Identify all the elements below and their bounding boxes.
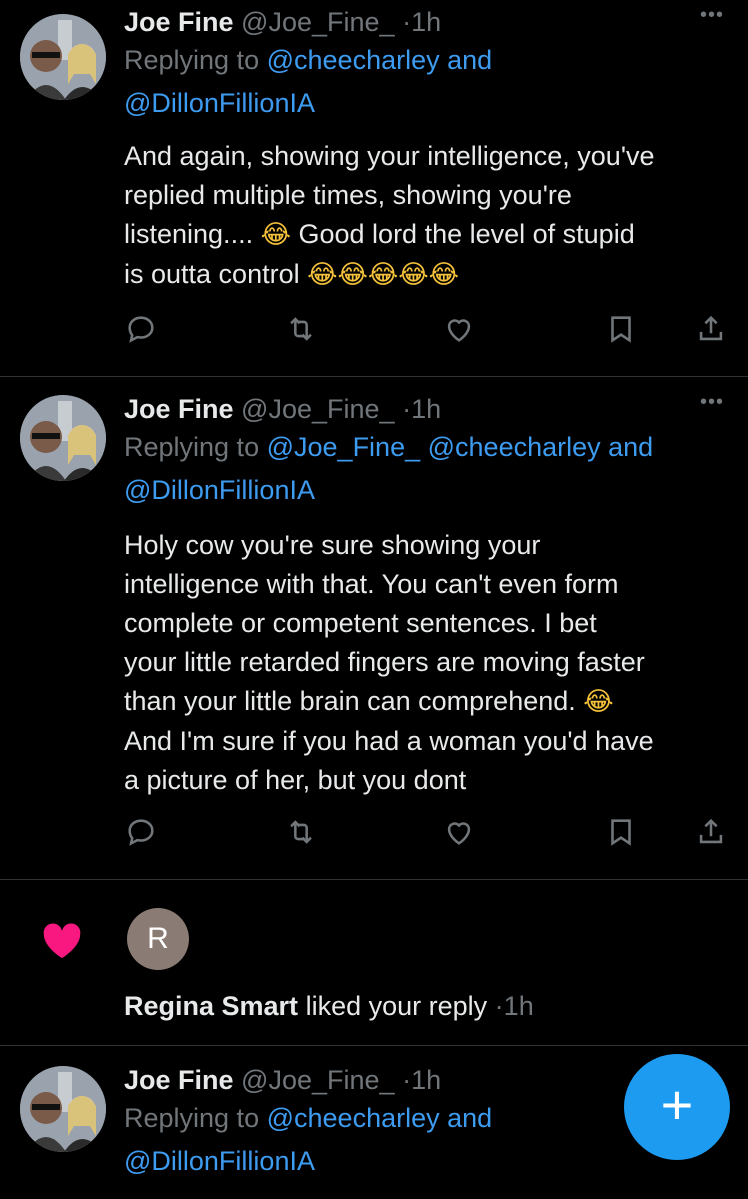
tweet-text-line: Good lord the level of stupid xyxy=(298,219,635,249)
share-icon[interactable] xyxy=(694,815,734,855)
replying-prefix: Replying to xyxy=(124,1103,260,1133)
tweet-text-line: your little retarded fingers are moving … xyxy=(124,647,645,677)
liker-name[interactable]: Regina Smart xyxy=(124,991,298,1021)
display-name[interactable]: Joe Fine xyxy=(124,394,234,424)
replying-prefix: Replying to xyxy=(124,45,260,75)
user-avatar[interactable] xyxy=(20,395,106,481)
tweet-text-line: is outta control xyxy=(124,259,300,289)
replying-prefix: Replying to xyxy=(124,432,260,462)
more-icon[interactable]: ••• xyxy=(700,4,724,27)
mention-joe-fine[interactable]: @Joe_Fine_ xyxy=(267,432,421,462)
separator-dot: · xyxy=(402,394,412,424)
more-icon[interactable]: ••• xyxy=(700,391,724,414)
like-action-text: liked your reply xyxy=(305,991,488,1021)
retweet-icon[interactable] xyxy=(284,312,324,352)
user-avatar[interactable] xyxy=(20,14,106,100)
user-handle[interactable]: @Joe_Fine_ xyxy=(241,1065,395,1095)
replying-to: Replying to @cheecharley and @DillonFill… xyxy=(124,39,724,125)
like-notification[interactable]: R Regina Smart liked your reply ·1h xyxy=(0,880,748,1045)
user-avatar[interactable] xyxy=(20,1066,106,1152)
separator-dot: · xyxy=(402,7,412,37)
tweet-text-line: than your little brain can comprehend. xyxy=(124,686,576,716)
separator-dot: · xyxy=(494,991,504,1021)
mention-dillonfillionia[interactable]: @DillonFillionIA xyxy=(124,475,315,505)
liker-avatar[interactable]: R xyxy=(127,908,189,970)
tweet-text-line: complete or competent sentences. I bet xyxy=(124,608,597,638)
like-notification-text: Regina Smart liked your reply ·1h xyxy=(124,986,534,1026)
mention-cheecharley[interactable]: @cheecharley xyxy=(267,45,440,75)
tweet-text-line: listening.... xyxy=(124,219,254,249)
tweet-actions xyxy=(124,312,734,352)
tweet-text-line: a picture of her, but you dont xyxy=(124,765,467,795)
tweet-text-line: Holy cow you're sure showing your xyxy=(124,530,541,560)
retweet-icon[interactable] xyxy=(284,815,324,855)
mention-and[interactable]: and xyxy=(608,432,653,462)
timestamp[interactable]: 1h xyxy=(411,394,441,424)
laughing-emoji: 😂 xyxy=(583,687,614,717)
tweet-1[interactable]: Joe Fine @Joe_Fine_ ·1h ••• Replying to … xyxy=(0,0,748,375)
like-icon[interactable] xyxy=(442,815,482,855)
timestamp[interactable]: 1h xyxy=(411,7,441,37)
avatar-photo xyxy=(20,395,106,481)
heart-icon xyxy=(40,920,84,960)
mention-dillonfillionia[interactable]: @DillonFillionIA xyxy=(124,88,315,118)
tweet-text-line: intelligence with that. You can't even f… xyxy=(124,569,619,599)
mention-and[interactable]: and xyxy=(447,45,492,75)
reply-icon[interactable] xyxy=(124,312,164,352)
bookmark-icon[interactable] xyxy=(604,815,644,855)
display-name[interactable]: Joe Fine xyxy=(124,1065,234,1095)
timestamp[interactable]: 1h xyxy=(411,1065,441,1095)
tweet-actions xyxy=(124,815,734,855)
mention-cheecharley[interactable]: @cheecharley xyxy=(267,1103,440,1133)
tweet-text-line: And I'm sure if you had a woman you'd ha… xyxy=(124,726,654,756)
timestamp: 1h xyxy=(503,991,534,1021)
tweet-text: And again, showing your intelligence, yo… xyxy=(124,137,724,295)
compose-plus-icon: + xyxy=(660,1073,694,1136)
avatar-photo xyxy=(20,1066,106,1152)
tweet-text-line: And again, showing your intelligence, yo… xyxy=(124,141,655,171)
mention-cheecharley[interactable]: @cheecharley xyxy=(428,432,601,462)
tweet-header: Joe Fine @Joe_Fine_ ·1h xyxy=(124,391,724,427)
mention-and[interactable]: and xyxy=(447,1103,492,1133)
laughing-emoji: 😂 xyxy=(260,220,291,250)
share-icon[interactable] xyxy=(694,312,734,352)
tweet-text-line: replied multiple times, showing you're xyxy=(124,180,572,210)
user-handle[interactable]: @Joe_Fine_ xyxy=(241,7,395,37)
tweet-text: Holy cow you're sure showing your intell… xyxy=(124,526,724,800)
mention-dillonfillionia[interactable]: @DillonFillionIA xyxy=(124,1146,315,1176)
user-handle[interactable]: @Joe_Fine_ xyxy=(241,394,395,424)
bookmark-icon[interactable] xyxy=(604,312,644,352)
like-icon[interactable] xyxy=(442,312,482,352)
tweet-header: Joe Fine @Joe_Fine_ ·1h xyxy=(124,4,724,40)
compose-button[interactable]: + xyxy=(624,1054,730,1160)
avatar-photo xyxy=(20,14,106,100)
reply-icon[interactable] xyxy=(124,815,164,855)
display-name[interactable]: Joe Fine xyxy=(124,7,234,37)
separator-dot: · xyxy=(402,1065,412,1095)
replying-to: Replying to @Joe_Fine_ @cheecharley and … xyxy=(124,426,724,512)
laughing-emoji-group: 😂😂😂😂😂 xyxy=(307,260,460,290)
tweet-2[interactable]: Joe Fine @Joe_Fine_ ·1h ••• Replying to … xyxy=(0,377,748,879)
